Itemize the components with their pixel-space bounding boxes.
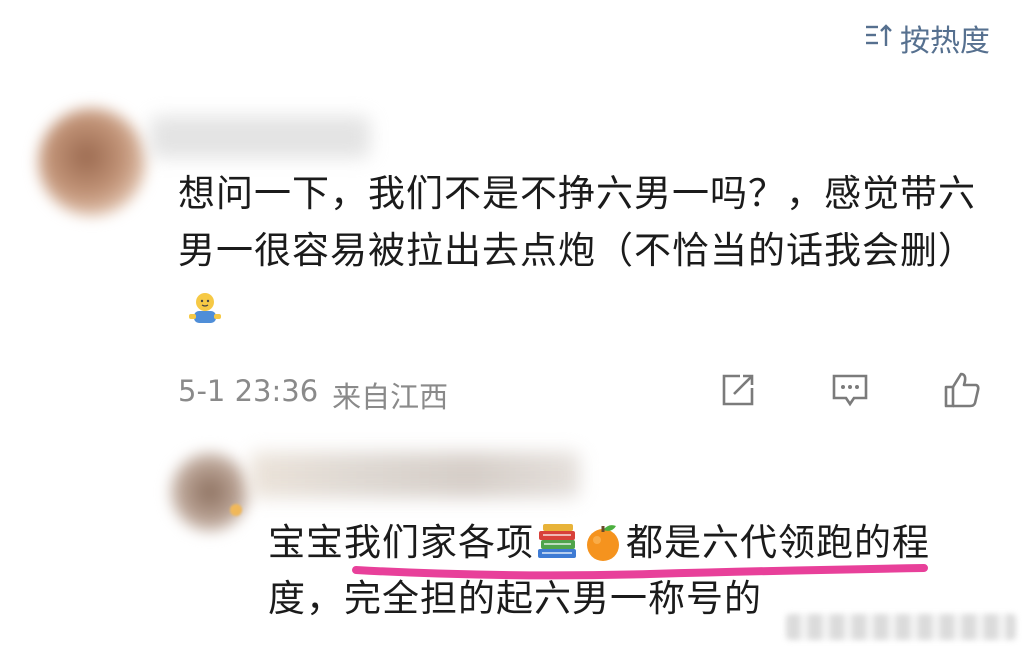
comment-body: 想问一下，我们不是不挣六男一吗？，感觉带六男一很容易被拉出去点炮（不恰当的话我会…: [178, 165, 990, 336]
orange-emoji: [580, 521, 626, 563]
books-emoji: [534, 521, 580, 563]
commenter-avatar[interactable]: [38, 108, 146, 216]
comment-time: 5-1 23:36: [178, 374, 319, 408]
sort-by-hot-button[interactable]: 按热度: [864, 16, 990, 60]
highlight-underline: [352, 564, 928, 580]
like-icon[interactable]: [942, 370, 982, 410]
sort-icon: [864, 21, 894, 56]
replier-avatar[interactable]: [170, 452, 250, 532]
comment-location: 来自江西: [332, 380, 449, 414]
comment-icon[interactable]: [830, 370, 870, 410]
replier-name-blurred[interactable]: [250, 452, 580, 498]
commenter-name-blurred[interactable]: [150, 116, 370, 158]
comment-actions: [718, 370, 982, 410]
share-icon[interactable]: [718, 370, 758, 410]
comment-meta: 5-1 23:36 来自江西: [178, 374, 448, 416]
badge-dot: [230, 504, 242, 516]
watermark-blurred: [786, 614, 1016, 640]
person-emoji: [186, 285, 224, 323]
sort-label: 按热度: [900, 24, 990, 59]
